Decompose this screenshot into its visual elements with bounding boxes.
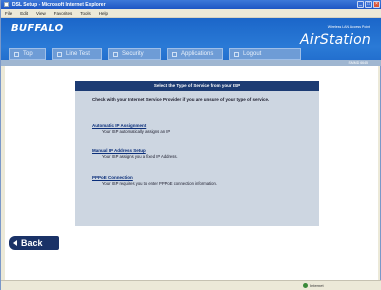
menu-help[interactable]: Help	[99, 11, 108, 16]
service-type-panel: Select the Type of Service from your ISP…	[75, 81, 319, 226]
airstation-logo: AirStation	[300, 32, 371, 48]
tab-label: Logout	[243, 51, 262, 57]
page-content: Select the Type of Service from your ISP…	[5, 66, 378, 280]
menu-bar: File Edit View Favorites Tools Help	[1, 9, 381, 18]
option-manual-ip: Manual IP Address Setup Your ISP assigns…	[92, 148, 178, 159]
tab-square-icon	[172, 51, 177, 57]
back-arrow-icon	[13, 240, 17, 246]
tab-square-icon	[113, 51, 118, 57]
panel-heading: Select the Type of Service from your ISP	[75, 81, 319, 91]
pppoe-link[interactable]: PPPoE Connection	[92, 175, 217, 180]
tab-logout[interactable]: Logout	[229, 48, 301, 60]
menu-file[interactable]: File	[5, 11, 12, 16]
panel-intro: Check with your Internet Service Provide…	[92, 97, 270, 102]
menu-tools[interactable]: Tools	[80, 11, 91, 16]
option-description: Your ISP automatically assigns an IP	[102, 129, 171, 134]
option-description: Your ISP assigns you a fixed IP Address.	[102, 154, 178, 159]
title-bar: DSL Setup - Microsoft Internet Explorer …	[1, 0, 381, 9]
buffalo-logo: BUFFALO	[11, 23, 64, 34]
tab-label: Line Test	[66, 51, 90, 57]
browser-window: DSL Setup - Microsoft Internet Explorer …	[0, 0, 381, 290]
status-bar: Internet	[1, 280, 381, 290]
manual-ip-link[interactable]: Manual IP Address Setup	[92, 148, 178, 153]
close-icon[interactable]: ×	[373, 1, 380, 8]
minimize-icon[interactable]: _	[357, 1, 364, 8]
tab-top[interactable]: Top	[9, 48, 46, 60]
tab-applications[interactable]: Applications	[167, 48, 223, 60]
tagline: Wireless LAN Access Point	[327, 25, 370, 29]
back-button-label: Back	[21, 238, 43, 248]
tab-security[interactable]: Security	[108, 48, 161, 60]
tab-square-icon	[14, 51, 19, 57]
window-controls: _ □ ×	[357, 1, 380, 8]
tab-square-icon	[234, 51, 239, 57]
tab-line-test[interactable]: Line Test	[52, 48, 102, 60]
main-nav: Top Line Test Security Applications Logo…	[9, 48, 301, 60]
internet-zone-icon	[303, 283, 308, 288]
zone-label: Internet	[310, 283, 324, 288]
automatic-ip-link[interactable]: Automatic IP Assignment	[92, 123, 170, 128]
browser-app-icon	[4, 2, 9, 7]
tab-label: Security	[122, 51, 144, 57]
back-button[interactable]: Back	[9, 236, 59, 250]
option-pppoe: PPPoE Connection Your ISP requires you t…	[92, 175, 217, 186]
security-zone: Internet	[303, 283, 324, 288]
option-automatic-ip: Automatic IP Assignment Your ISP automat…	[92, 123, 170, 134]
maximize-icon[interactable]: □	[365, 1, 372, 8]
menu-view[interactable]: View	[36, 11, 46, 16]
menu-edit[interactable]: Edit	[20, 11, 28, 16]
window-title: DSL Setup - Microsoft Internet Explorer	[12, 1, 106, 8]
page-header: BUFFALO Wireless LAN Access Point AirSta…	[1, 18, 381, 66]
tab-label: Top	[23, 51, 33, 57]
tab-label: Applications	[181, 51, 214, 57]
option-description: Your ISP requires you to enter PPPoE con…	[102, 181, 217, 186]
tab-square-icon	[57, 51, 62, 57]
menu-favorites[interactable]: Favorites	[54, 11, 73, 16]
